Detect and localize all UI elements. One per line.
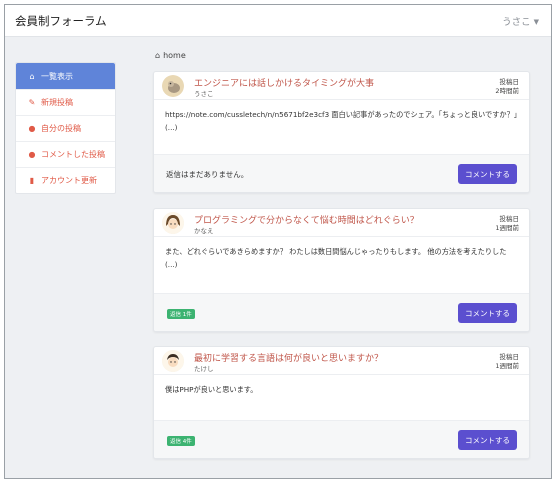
post-date: 1週間前 (495, 362, 519, 370)
user-menu[interactable]: うさこ ▼ (502, 14, 539, 28)
avatar (162, 212, 184, 234)
post-title[interactable]: 最初に学習する言語は何が良いと思いますか？ (194, 351, 383, 364)
home-icon: ⌂ (29, 71, 35, 81)
caret-down-icon: ▼ (533, 18, 539, 26)
sidebar-item-commented[interactable]: ● コメントした投稿 (16, 141, 115, 167)
comments-icon: ● (28, 150, 36, 159)
post-author: うさこ (194, 90, 214, 98)
brand-title[interactable]: 会員制フォーラム (15, 13, 107, 29)
sidebar-item-list[interactable]: ⌂ 一覧表示 (16, 63, 115, 89)
post-author: かなえ (194, 227, 214, 235)
user-name: うさこ (502, 17, 531, 28)
reply-count-badge[interactable]: 返信 4件 (167, 436, 195, 446)
post-footer: 返信 4件 コメントする (154, 420, 529, 458)
avatar (162, 350, 184, 372)
post-title[interactable]: エンジニアには話しかけるタイミングが大事 (194, 76, 374, 89)
post-card: 最初に学習する言語は何が良いと思いますか？ たけし 投稿日 1週間前 僕はPHP… (153, 346, 530, 459)
no-reply-text: 返信はまだありません。 (166, 170, 249, 179)
post-title[interactable]: プログラミングで分からなくて悩む時間はどれぐらい？ (194, 213, 419, 226)
comment-button[interactable]: コメントする (458, 164, 517, 184)
post-body: https://note.com/cussletech/n/n5671bf2e3… (165, 110, 518, 132)
post-footer: 返信 1件 コメントする (154, 293, 529, 331)
reply-count-badge[interactable]: 返信 1件 (167, 309, 195, 319)
breadcrumb: ⌂ home (155, 51, 186, 60)
post-card: エンジニアには話しかけるタイミングが大事 うさこ 投稿日 2時間前 https:… (153, 71, 530, 193)
id-card-icon: ▮ (29, 176, 35, 185)
sidebar-item-label: 一覧表示 (41, 71, 73, 81)
user-edit-icon: ● (28, 124, 36, 133)
post-footer: 返信はまだありません。 コメントする (154, 154, 529, 192)
sidebar-item-label: コメントした投稿 (41, 150, 105, 159)
app-window: 会員制フォーラム うさこ ▼ ⌂ 一覧表示 ✎ 新規投稿 ● 自分の投稿 ● コメ… (4, 4, 552, 479)
sidebar-item-account[interactable]: ▮ アカウント更新 (16, 167, 115, 193)
post-date: 1週間前 (495, 224, 519, 232)
post-card: プログラミングで分からなくて悩む時間はどれぐらい？ かなえ 投稿日 1週間前 ま… (153, 208, 530, 332)
comment-button[interactable]: コメントする (458, 303, 517, 323)
pencil-icon: ✎ (28, 98, 36, 107)
navbar: 会員制フォーラム うさこ ▼ (5, 5, 551, 37)
post-header: プログラミングで分からなくて悩む時間はどれぐらい？ かなえ 投稿日 1週間前 (154, 209, 529, 237)
post-body: また、どれぐらいであきらめますか？ わたしは数日間悩んじゃったりもします。 他の… (165, 247, 507, 269)
sidebar-item-label: アカウント更新 (41, 176, 97, 185)
home-icon: ⌂ (155, 51, 161, 60)
post-body: 僕はPHPが良いと思います。 (165, 385, 258, 394)
sidebar-item-new-post[interactable]: ✎ 新規投稿 (16, 89, 115, 115)
comment-button[interactable]: コメントする (458, 430, 517, 450)
breadcrumb-label[interactable]: home (163, 51, 186, 60)
post-author: たけし (194, 365, 214, 373)
post-header: 最初に学習する言語は何が良いと思いますか？ たけし 投稿日 1週間前 (154, 347, 529, 375)
sidebar-item-label: 新規投稿 (41, 98, 73, 107)
sidebar-item-my-posts[interactable]: ● 自分の投稿 (16, 115, 115, 141)
sidebar: ⌂ 一覧表示 ✎ 新規投稿 ● 自分の投稿 ● コメントした投稿 ▮ アカウント… (15, 62, 116, 194)
post-header: エンジニアには話しかけるタイミングが大事 うさこ 投稿日 2時間前 (154, 72, 529, 100)
sidebar-item-label: 自分の投稿 (41, 124, 81, 133)
avatar (162, 75, 184, 97)
post-date: 2時間前 (495, 87, 519, 95)
